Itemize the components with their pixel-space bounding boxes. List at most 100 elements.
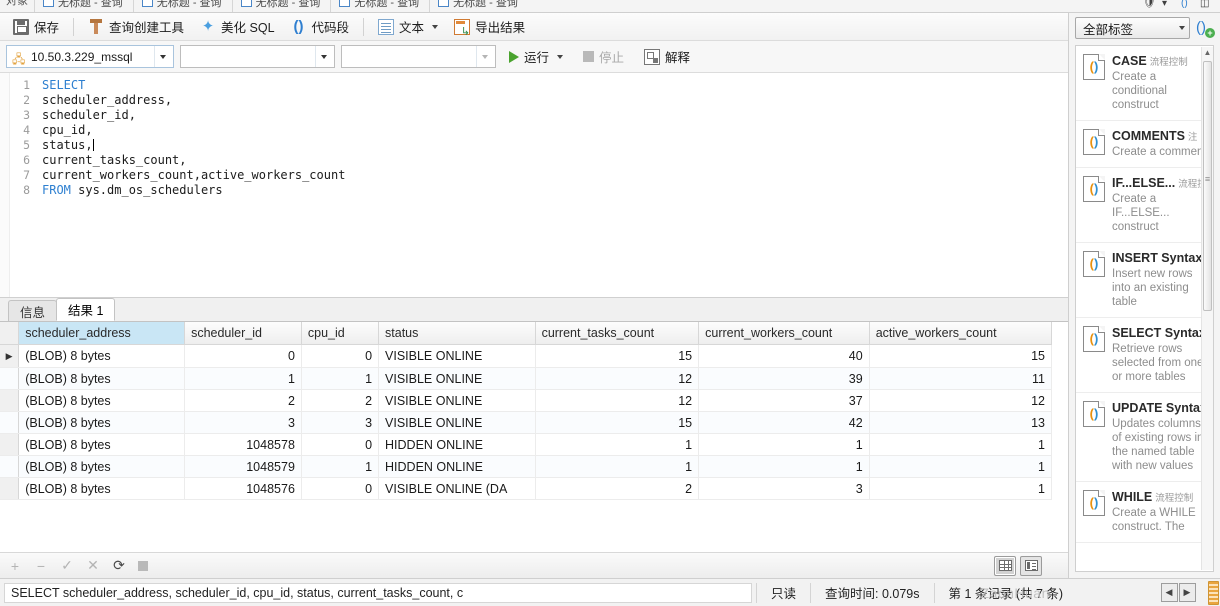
cell-status[interactable]: HIDDEN ONLINE <box>378 455 536 478</box>
stop-loading-icon[interactable] <box>138 560 148 571</box>
cell-scheduler-id[interactable]: 1048578 <box>184 433 302 456</box>
cell-current-workers-count[interactable]: 1 <box>698 433 870 456</box>
text-mode-button[interactable]: 文本 <box>371 14 445 39</box>
cell-current-tasks-count[interactable]: 12 <box>535 367 700 390</box>
table-row[interactable]: (BLOB) 8 bytes 2 2 VISIBLE ONLINE 12 37 12 <box>0 389 1053 412</box>
cell-active-workers-count[interactable]: 13 <box>869 411 1053 434</box>
next-record-button[interactable]: ▶ <box>1178 582 1196 602</box>
column-header-scheduler-id[interactable]: scheduler_id <box>184 322 302 345</box>
cell-scheduler-address[interactable]: (BLOB) 8 bytes <box>18 344 186 368</box>
panel-icon[interactable]: ◫ <box>1200 0 1212 9</box>
cell-scheduler-id[interactable]: 1048579 <box>184 455 302 478</box>
cell-cpu-id[interactable]: 0 <box>301 477 380 500</box>
cell-scheduler-address[interactable]: (BLOB) 8 bytes <box>18 455 186 478</box>
cell-status[interactable]: HIDDEN ONLINE <box>378 433 536 456</box>
cell-current-workers-count[interactable]: 1 <box>698 455 870 478</box>
cell-cpu-id[interactable]: 0 <box>301 344 380 368</box>
query-tab-3[interactable]: 无标题 - 查询 <box>231 0 331 12</box>
row-marker[interactable] <box>0 455 20 478</box>
table-row[interactable]: (BLOB) 8 bytes 1048578 0 HIDDEN ONLINE 1 1 1 <box>0 433 1053 456</box>
explain-button[interactable]: 解释 <box>637 44 697 69</box>
cell-active-workers-count[interactable]: 1 <box>869 455 1053 478</box>
snippet-item[interactable]: () IF...ELSE... 流程控 Create a IF...ELSE... c… <box>1076 168 1213 243</box>
cell-current-tasks-count[interactable]: 15 <box>535 344 700 368</box>
column-header-active-workers-count[interactable]: active_workers_count <box>869 322 1053 345</box>
cell-current-workers-count[interactable]: 40 <box>698 344 870 368</box>
row-marker[interactable] <box>0 477 20 500</box>
add-record-icon[interactable]: + <box>8 558 22 574</box>
cell-current-workers-count[interactable]: 37 <box>698 389 870 412</box>
chevron-down-icon[interactable] <box>432 24 439 29</box>
column-header-cpu-id[interactable]: cpu_id <box>301 322 380 345</box>
database-select[interactable] <box>180 45 335 68</box>
cell-cpu-id[interactable]: 1 <box>301 367 380 390</box>
cell-current-workers-count[interactable]: 3 <box>698 477 870 500</box>
query-builder-button[interactable]: 查询创建工具 <box>81 14 191 39</box>
cell-current-tasks-count[interactable]: 15 <box>535 411 700 434</box>
snippet-tag-filter[interactable]: 全部标签 <box>1075 17 1190 39</box>
column-header-scheduler-address[interactable]: scheduler_address <box>18 322 186 345</box>
cell-current-tasks-count[interactable]: 1 <box>535 433 700 456</box>
cell-scheduler-address[interactable]: (BLOB) 8 bytes <box>18 411 186 434</box>
cell-current-tasks-count[interactable]: 2 <box>535 477 700 500</box>
table-row[interactable]: (BLOB) 8 bytes 1 1 VISIBLE ONLINE 12 39 11 <box>0 367 1053 390</box>
cell-cpu-id[interactable]: 1 <box>301 455 380 478</box>
cell-current-workers-count[interactable]: 42 <box>698 411 870 434</box>
snippet-item[interactable]: () COMMENTS 注 Create a comment <box>1076 121 1213 168</box>
chevron-down-icon[interactable]: ▾ <box>1162 0 1174 9</box>
cell-active-workers-count[interactable]: 12 <box>869 389 1053 412</box>
refresh-icon[interactable]: ⟳ <box>112 557 126 574</box>
chevron-down-icon[interactable] <box>476 46 493 67</box>
cell-active-workers-count[interactable]: 1 <box>869 477 1053 500</box>
sql-editor[interactable]: 1 SELECT 2 scheduler_address, 3 scheduler_id,… <box>0 73 1068 298</box>
cell-scheduler-id[interactable]: 1048576 <box>184 477 302 500</box>
result-tab-info[interactable]: 信息 <box>8 300 58 321</box>
query-tab-5[interactable]: 无标题 - 查询 <box>429 0 528 12</box>
cell-active-workers-count[interactable]: 11 <box>869 367 1053 390</box>
cancel-edit-icon[interactable]: ✕ <box>86 557 100 574</box>
code-snippet-button[interactable]: () 代码段 <box>284 14 357 39</box>
scrollbar-thumb[interactable] <box>1203 61 1212 311</box>
cell-scheduler-id[interactable]: 1 <box>184 367 302 390</box>
query-tab-4[interactable]: 无标题 - 查询 <box>330 0 429 12</box>
row-marker[interactable]: ▶ <box>0 344 20 368</box>
cell-scheduler-id[interactable]: 2 <box>184 389 302 412</box>
cell-scheduler-address[interactable]: (BLOB) 8 bytes <box>18 477 186 500</box>
confirm-edit-icon[interactable]: ✓ <box>60 557 74 574</box>
row-marker[interactable] <box>0 411 20 434</box>
snippet-item[interactable]: () INSERT Syntax Insert new rows into an e… <box>1076 243 1213 318</box>
shield-icon[interactable]: 🛡 <box>1143 0 1156 9</box>
grid-view-button[interactable] <box>994 555 1016 576</box>
prev-record-button[interactable]: ◀ <box>1160 582 1178 602</box>
table-row[interactable]: (BLOB) 8 bytes 3 3 VISIBLE ONLINE 15 42 13 <box>0 411 1053 434</box>
cell-scheduler-address[interactable]: (BLOB) 8 bytes <box>18 389 186 412</box>
export-result-button[interactable]: 导出结果 <box>447 14 532 39</box>
snippet-item[interactable]: () CASE 流程控制 Create a conditional construct <box>1076 46 1213 121</box>
table-row[interactable]: ▶ (BLOB) 8 bytes 0 0 VISIBLE ONLINE 15 40 15 <box>0 344 1053 368</box>
snippet-item[interactable]: () WHILE 流程控制 Create a WHILE construct. The <box>1076 482 1213 543</box>
chevron-down-icon[interactable] <box>154 46 171 67</box>
cell-cpu-id[interactable]: 3 <box>301 411 380 434</box>
row-marker[interactable] <box>0 389 20 412</box>
connection-select[interactable]: 10.50.3.229_mssql <box>6 45 174 71</box>
cell-status[interactable]: VISIBLE ONLINE (DA <box>378 477 536 500</box>
cell-scheduler-address[interactable]: (BLOB) 8 bytes <box>18 433 186 456</box>
chevron-down-icon[interactable] <box>315 46 332 67</box>
query-tab-1[interactable]: 无标题 - 查询 <box>34 0 133 12</box>
snippet-scrollbar[interactable]: ▲ <box>1201 47 1213 570</box>
cell-current-tasks-count[interactable]: 1 <box>535 455 700 478</box>
snippet-list[interactable]: () CASE 流程控制 Create a conditional construct… <box>1075 45 1214 572</box>
cell-status[interactable]: VISIBLE ONLINE <box>378 411 536 434</box>
cell-status[interactable]: VISIBLE ONLINE <box>378 367 536 390</box>
chevron-down-icon[interactable] <box>557 54 564 59</box>
code-snippet-icon[interactable]: () <box>1181 0 1193 9</box>
result-grid[interactable]: scheduler_address scheduler_id cpu_id statu… <box>0 322 1068 552</box>
cell-cpu-id[interactable]: 0 <box>301 433 380 456</box>
row-marker[interactable] <box>0 367 20 390</box>
beautify-sql-button[interactable]: ✦ 美化 SQL <box>193 14 282 39</box>
cell-active-workers-count[interactable]: 1 <box>869 433 1053 456</box>
column-header-current-tasks-count[interactable]: current_tasks_count <box>535 322 700 345</box>
remove-record-icon[interactable]: − <box>34 558 48 574</box>
cell-scheduler-id[interactable]: 0 <box>184 344 302 368</box>
query-tab-2[interactable]: 无标题 - 查询 <box>132 0 232 12</box>
